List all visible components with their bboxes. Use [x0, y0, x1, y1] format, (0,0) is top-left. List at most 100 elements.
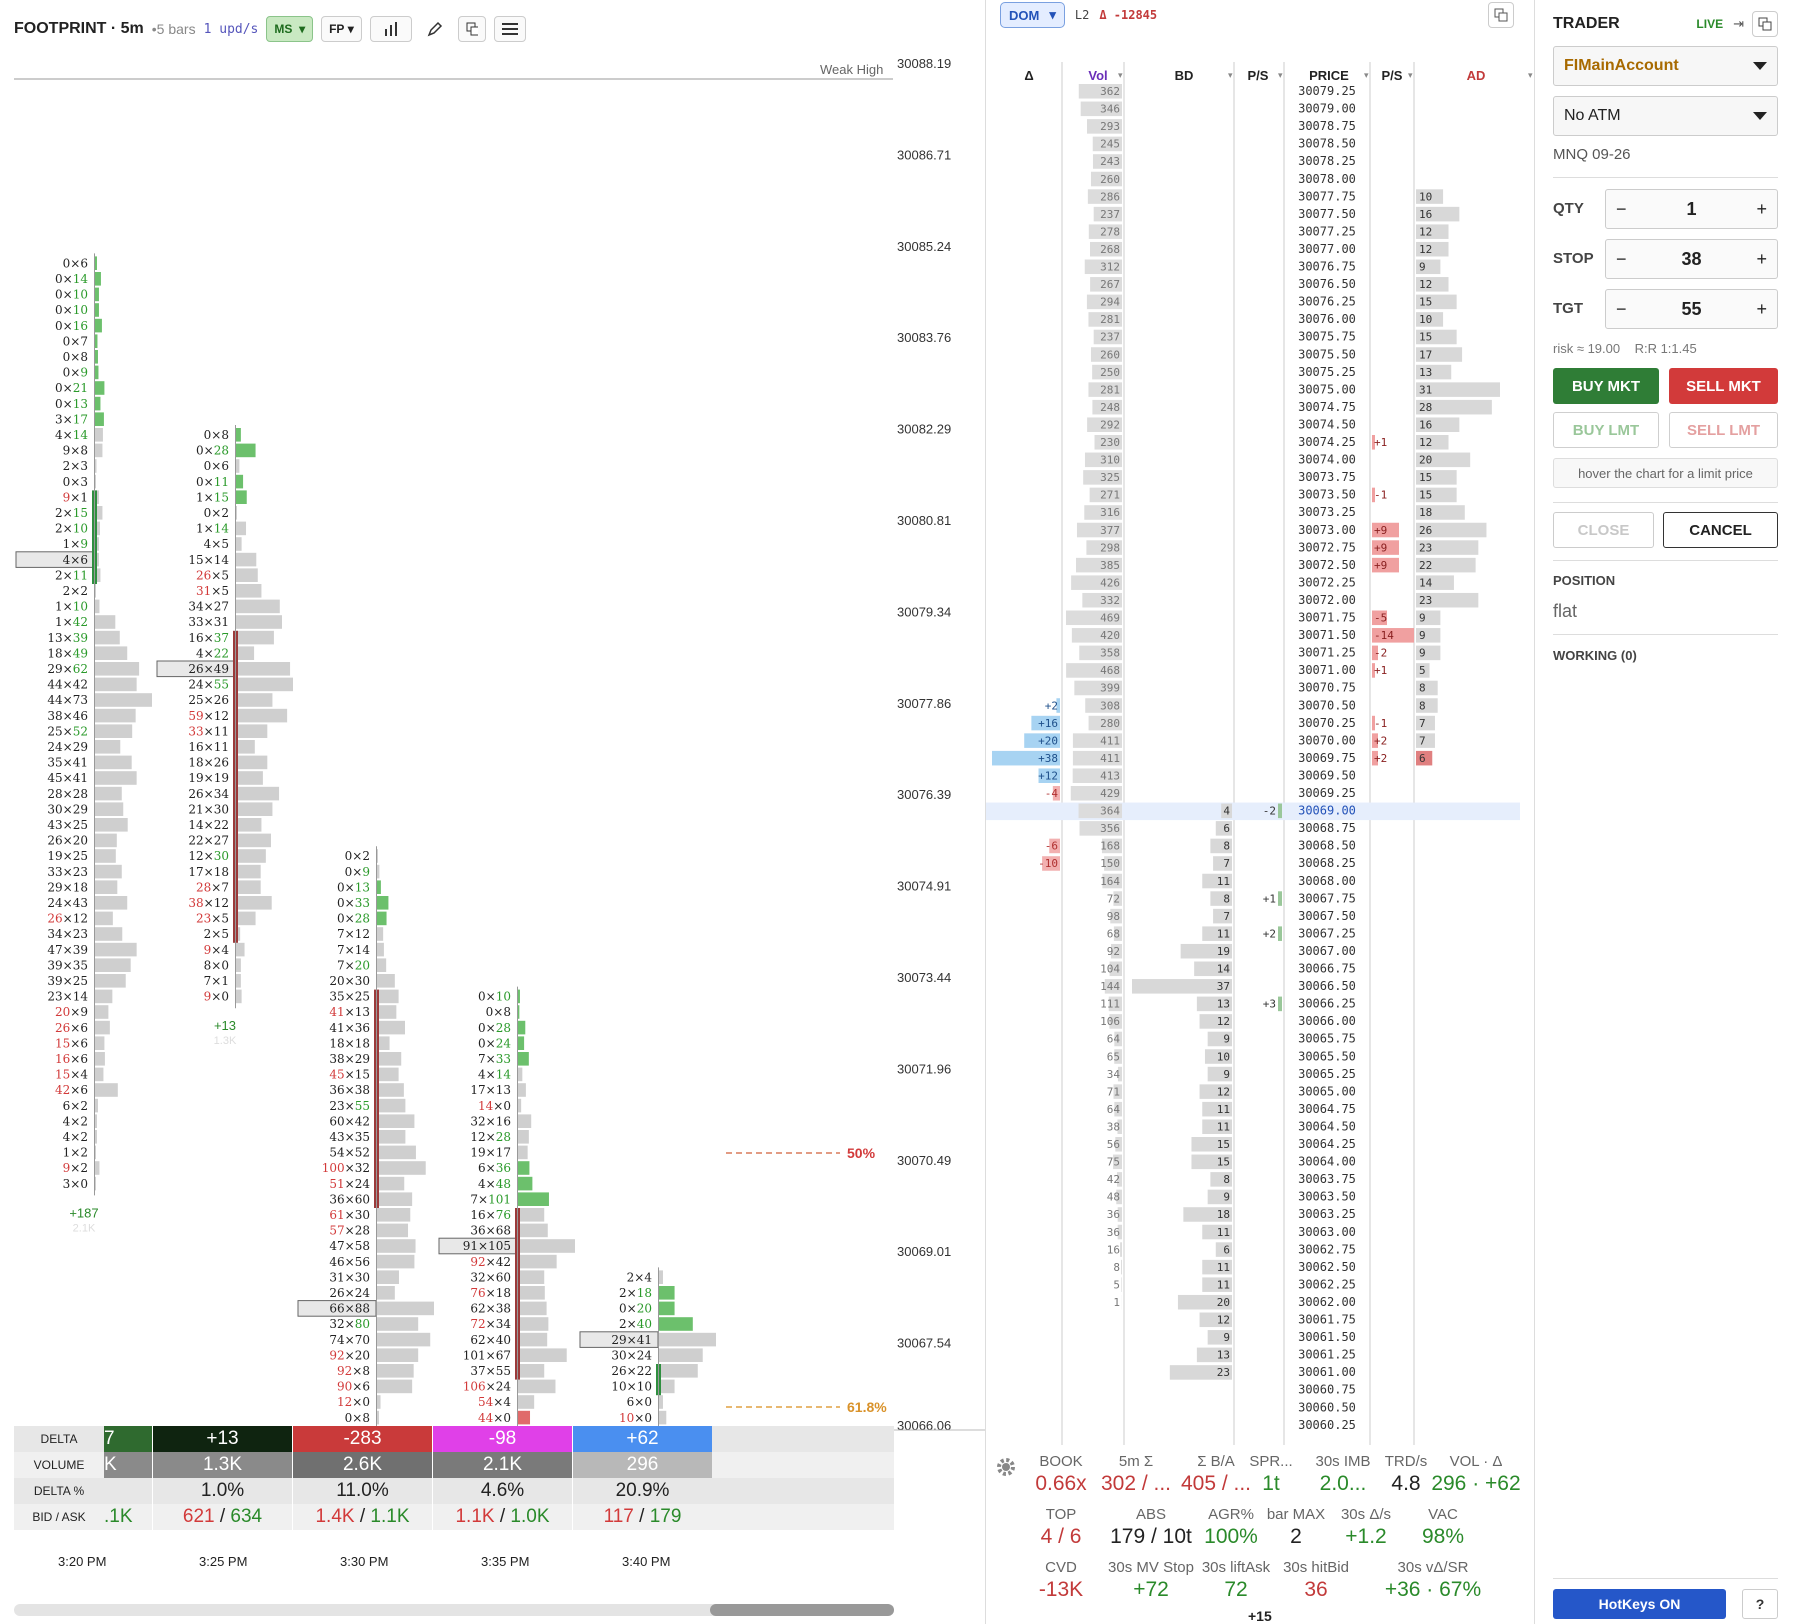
volume-bar [517, 1083, 526, 1097]
dom-row: 356 6 30068.75 [1079, 821, 1356, 836]
price-level: 30062.00 [1298, 1295, 1356, 1309]
instrument-label: MNQ 09-26 [1553, 146, 1631, 163]
dom-row: 5 11 30062.25 [1113, 1277, 1356, 1292]
price-level: 30077.50 [1298, 207, 1356, 221]
footprint-cell: 26×12 [47, 912, 88, 926]
footprint-cell: 30×24 [611, 1348, 652, 1362]
footprint-chart[interactable]: 30088.19 30086.71 30085.24 30083.76 30082.29… [0, 0, 985, 1624]
volume-value: 248 [1100, 401, 1120, 414]
volume-value: 294 [1100, 296, 1120, 309]
footprint-cell: 0×9 [63, 366, 88, 380]
price-level: 30069.25 [1298, 786, 1356, 800]
stop-plus-button[interactable]: + [1756, 249, 1767, 270]
tgt-plus-button[interactable]: + [1756, 299, 1767, 320]
help-button[interactable]: ? [1742, 1589, 1778, 1619]
buy-market-button[interactable]: BUY MKT [1553, 368, 1659, 404]
tgt-minus-button[interactable]: − [1616, 299, 1627, 320]
sell-limit-button[interactable]: SELL LMT [1669, 412, 1778, 448]
qty-plus-button[interactable]: + [1756, 199, 1767, 220]
dom-row: 346 30079.00 [1080, 101, 1356, 117]
volume-value: 420 [1100, 629, 1120, 642]
sell-market-button[interactable]: SELL MKT [1669, 368, 1778, 404]
footprint-cell: 4×14 [55, 428, 88, 442]
atm-select[interactable]: No ATM [1553, 96, 1778, 136]
summary-row: BID / ASK .1K 621 / 634 1.4K / 1.1K 1.1K / 1… [14, 1504, 894, 1530]
qty-value[interactable]: 1 [1686, 199, 1696, 220]
volume-bar [376, 1098, 406, 1113]
trader-copy-button[interactable] [1752, 11, 1778, 37]
qty-minus-button[interactable]: − [1616, 199, 1627, 220]
stop-minus-button[interactable]: − [1616, 249, 1627, 270]
volume-bar [235, 677, 293, 692]
dom-row: 12 30061.75 [1199, 1312, 1356, 1328]
buy-limit-button[interactable]: BUY LMT [1553, 412, 1659, 448]
footprint-cell: 2×4 [627, 1270, 653, 1284]
risk-value: risk ≈ 19.00 [1553, 341, 1621, 356]
volume-bar [376, 1286, 395, 1300]
volume-bar [517, 1036, 525, 1050]
dom-row: 72 8 +1 30067.75 [1107, 891, 1356, 906]
tgt-value[interactable]: 55 [1681, 299, 1701, 320]
price-level: 30075.25 [1298, 365, 1356, 379]
bid-depth-value: 11 [1217, 1103, 1230, 1116]
horizontal-scrollbar[interactable] [14, 1604, 894, 1616]
volume-bar [517, 1145, 528, 1160]
footprint-cell: 7×20 [337, 958, 370, 972]
footprint-cell: 14×0 [478, 1099, 511, 1113]
volume-bar [94, 662, 140, 676]
scrollbar-thumb[interactable] [710, 1604, 894, 1616]
footprint-cell: 2×3 [63, 459, 88, 473]
dom-dropdown[interactable]: DOM ▾ [1000, 2, 1065, 28]
dom-row: 426 30072.25 14 [1071, 575, 1454, 590]
tgt-label: TGT [1553, 300, 1583, 317]
volume-bar [517, 1317, 549, 1331]
bid-depth-value: 7 [1223, 857, 1230, 870]
footprint-cell: 2×2 [63, 584, 88, 598]
volume-value: 230 [1100, 436, 1120, 449]
hotkeys-toggle[interactable]: HotKeys ON [1553, 1589, 1726, 1619]
volume-value: 42 [1107, 1173, 1120, 1186]
summary-cell: 11.0% [292, 1478, 432, 1504]
volume-bar [235, 521, 247, 536]
column-menu-icon: ▾ [1228, 70, 1233, 80]
price-level: 30066.25 [1298, 997, 1356, 1011]
dom-row: 308 +2 30070.50 8 [1045, 698, 1438, 713]
tgt-stepper[interactable]: − 55 + [1605, 289, 1778, 329]
volume-bar [235, 896, 272, 910]
volume-value: 413 [1100, 769, 1120, 782]
fib-618-label: 61.8% [847, 1399, 887, 1415]
qty-stepper[interactable]: − 1 + [1605, 189, 1778, 229]
footprint-cell: 41×13 [329, 1005, 370, 1019]
close-button[interactable]: CLOSE [1553, 512, 1654, 548]
volume-bar [517, 1395, 535, 1409]
dom-copy-button[interactable] [1488, 2, 1514, 28]
footprint-cell: 0×28 [337, 912, 370, 926]
dom-row: 260 30075.50 17 [1090, 347, 1463, 362]
stop-stepper[interactable]: − 38 + [1605, 239, 1778, 279]
footprint-cell: 54×4 [478, 1395, 511, 1409]
volume-bar [517, 1223, 548, 1238]
volume-value: 164 [1100, 875, 1120, 888]
price-level: 30061.25 [1298, 1348, 1356, 1362]
account-select[interactable]: FIMainAccount [1553, 46, 1778, 86]
volume-value: 16 [1107, 1243, 1120, 1256]
footprint-candle: 0×8 0×280×6 0×111×15 0×2 1×144×5 15×1426×5 31×… [156, 425, 293, 1047]
footprint-cell: 17×18 [188, 865, 229, 879]
footprint-cell: 47×39 [47, 943, 88, 957]
volume-bar [235, 833, 271, 848]
footprint-cell: 0×28 [196, 444, 229, 458]
price-level: 30068.50 [1298, 839, 1356, 853]
ask-depth-value: 23 [1419, 594, 1432, 607]
footprint-cell: 19×25 [47, 849, 88, 863]
footprint-cell: 0×6 [63, 256, 88, 270]
volume-value: 237 [1100, 331, 1120, 344]
volume-bar [235, 724, 268, 738]
footprint-cell: 51×24 [329, 1177, 370, 1191]
footprint-cell: 91×105 [463, 1239, 511, 1253]
price-level: 30078.00 [1298, 172, 1356, 186]
dom-row: 1 20 30062.00 [1113, 1294, 1356, 1310]
pin-icon[interactable]: ⇥ [1733, 16, 1744, 32]
dom-ladder[interactable]: Δ Vol ▾ BD ▾ P/S ▾ PRICE ▾ P/S ▾ AD ▾362 30079.25346 3… [986, 0, 1534, 1624]
stop-value[interactable]: 38 [1681, 249, 1701, 270]
cancel-button[interactable]: CANCEL [1663, 512, 1778, 548]
